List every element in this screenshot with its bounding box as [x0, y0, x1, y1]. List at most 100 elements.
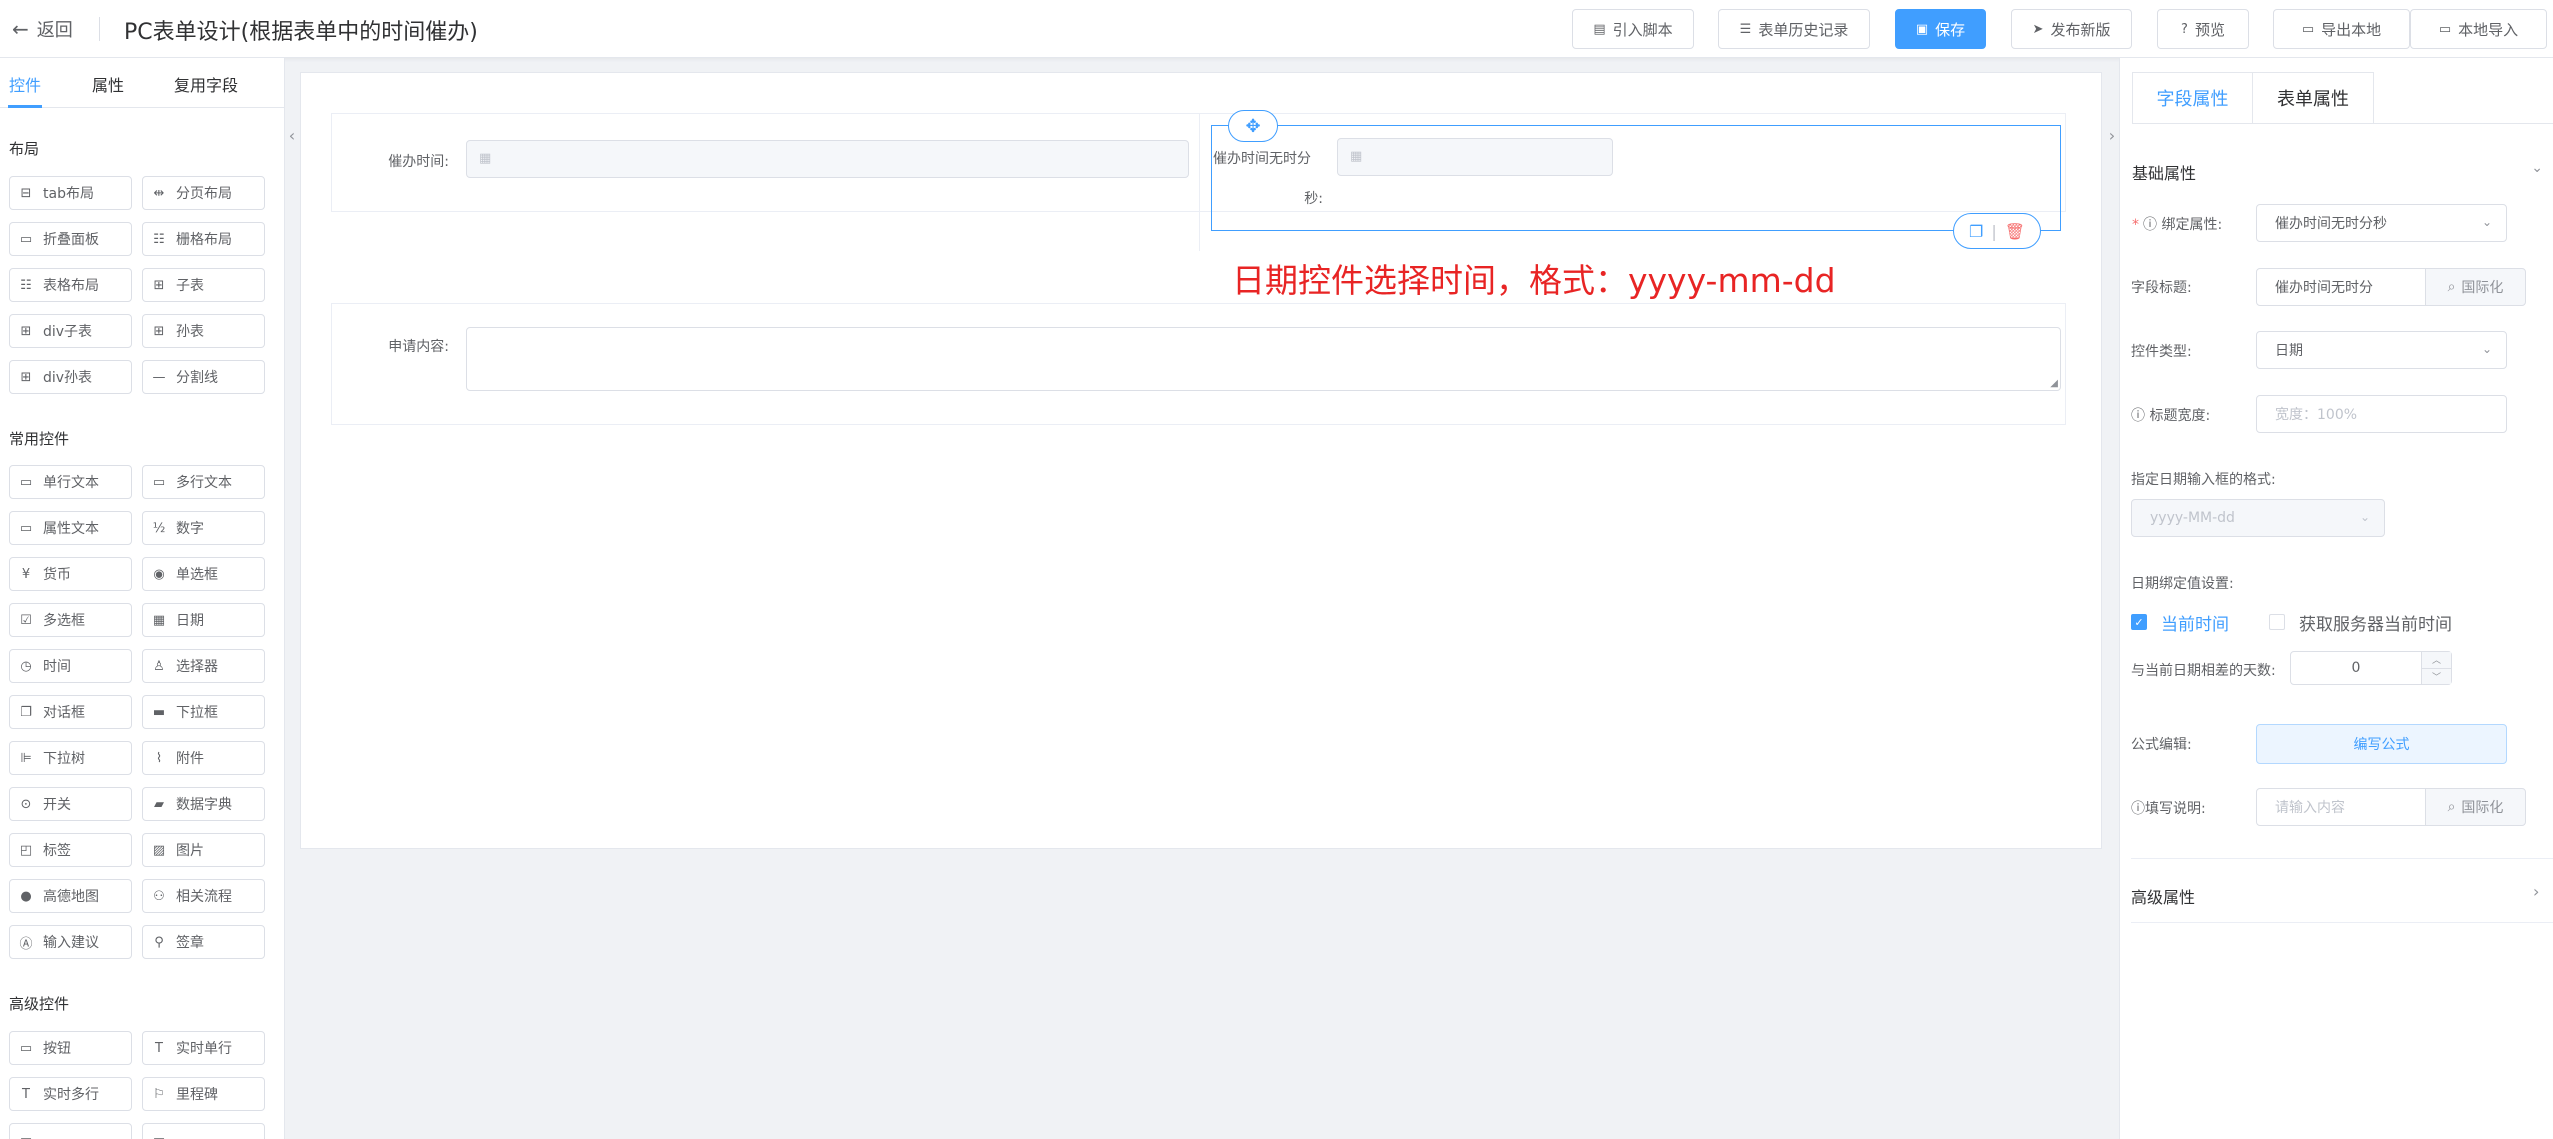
component-partial-2[interactable]: ▭ [142, 1123, 265, 1139]
component-button[interactable]: ▭ 按钮 [9, 1031, 132, 1065]
field-title-input[interactable]: 催办时间无时分 [2256, 268, 2426, 306]
help-circle-icon: ⓘ [2131, 408, 2150, 424]
current-time-label[interactable]: 当前时间 [2161, 610, 2229, 635]
component-page-layout[interactable]: ⇹ 分页布局 [142, 176, 265, 210]
trash-icon[interactable]: 🗑 [2005, 222, 2025, 241]
date-format-select[interactable]: yyyy-MM-dd ⌄ [2131, 499, 2385, 537]
chevron-down-icon[interactable]: ⌄ [2531, 160, 2543, 176]
tab-reused-fields[interactable]: 复用字段 [174, 72, 238, 96]
write-formula-button[interactable]: 编写公式 [2256, 724, 2507, 764]
table-icon: ⊞ [20, 369, 32, 385]
file-code-icon: ▤ [1593, 21, 1606, 37]
component-selector[interactable]: ♙ 选择器 [142, 649, 265, 683]
day-diff-stepper[interactable]: 0 ︿ ﹀ [2290, 651, 2452, 685]
component-switch[interactable]: ⊙ 开关 [9, 787, 132, 821]
component-image[interactable]: ▨ 图片 [142, 833, 265, 867]
urge-time-date-input[interactable]: ▦ [466, 140, 1189, 178]
fill-note-i18n-button[interactable]: ⌕ 国际化 [2425, 788, 2526, 826]
tab-controls[interactable]: 控件 [9, 72, 41, 96]
resize-handle-icon[interactable]: ◢ [2050, 378, 2058, 389]
chevron-up-icon[interactable]: ︿ [2422, 652, 2451, 669]
page-title: PC表单设计(根据表单中的时间催办) [124, 20, 478, 45]
component-collapse-panel[interactable]: ▭ 折叠面板 [9, 222, 132, 256]
toggle-icon: ⊙ [20, 796, 32, 812]
import-local-button[interactable]: ▭ 本地导入 [2410, 9, 2547, 49]
tabs-bottom-line [2132, 123, 2553, 124]
number-icon: ½ [152, 520, 166, 536]
component-dialog[interactable]: ❐ 对话框 [9, 695, 132, 729]
component-tab-layout[interactable]: ⊟ tab布局 [9, 176, 132, 210]
publish-button[interactable]: ➤ 发布新版 [2011, 9, 2132, 49]
basic-properties-title[interactable]: 基础属性 [2132, 160, 2196, 184]
component-milestone[interactable]: ⚐ 里程碑 [142, 1077, 265, 1111]
form-history-button[interactable]: ☰ 表单历史记录 [1718, 9, 1870, 49]
server-time-checkbox[interactable] [2269, 614, 2285, 630]
component-table-layout[interactable]: ☷ 表格布局 [9, 268, 132, 302]
component-attribute-text[interactable]: ▭ 属性文本 [9, 511, 132, 545]
export-local-button[interactable]: ▭ 导出本地 [2273, 9, 2410, 49]
folder-icon: ▭ [2301, 21, 2315, 37]
component-panel: 控件 属性 复用字段 布局 ⊟ tab布局 ⇹ 分页布局 ▭ 折叠面板 ☷ 栅格布局 ☷… [0, 58, 285, 1139]
component-radio[interactable]: ◉ 单选框 [142, 557, 265, 591]
urge-time-label: 催办时间: [388, 154, 449, 170]
apply-content-textarea[interactable]: ◢ [466, 327, 2061, 391]
back-button[interactable]: ← 返回 [12, 16, 73, 42]
component-grandchild-table[interactable]: ⊞ 孙表 [142, 314, 265, 348]
component-number[interactable]: ½ 数字 [142, 511, 265, 545]
fill-note-input[interactable]: 请输入内容 [2256, 788, 2426, 826]
stepper-buttons: ︿ ﹀ [2421, 652, 2451, 684]
component-time[interactable]: ◷ 时间 [9, 649, 132, 683]
component-signature[interactable]: ⚲ 签章 [142, 925, 265, 959]
component-single-line-text[interactable]: ▭ 单行文本 [9, 465, 132, 499]
component-realtime-single-line[interactable]: T 实时单行 [142, 1031, 265, 1065]
save-button[interactable]: ▣ 保存 [1895, 9, 1986, 49]
field-title-i18n-button[interactable]: ⌕ 国际化 [2425, 268, 2526, 306]
control-type-select[interactable]: 日期 ⌄ [2256, 331, 2507, 369]
chevron-right-icon[interactable]: › [2533, 882, 2539, 901]
tab-properties[interactable]: 属性 [92, 72, 124, 96]
collapse-left-panel-icon[interactable]: ‹ [285, 120, 299, 150]
textarea-icon: ▭ [152, 474, 166, 490]
component-dropdown[interactable]: ▬ 下拉框 [142, 695, 265, 729]
component-related-process[interactable]: ⚇ 相关流程 [142, 879, 265, 913]
component-checkbox[interactable]: ☑ 多选框 [9, 603, 132, 637]
move-handle-icon[interactable]: ✥ [1228, 110, 1278, 142]
bind-attr-select[interactable]: 催办时间无时分秒 ⌄ [2256, 204, 2507, 242]
component-currency[interactable]: ¥ 货币 [9, 557, 132, 591]
control-type-label: 控件类型: [2131, 344, 2192, 360]
import-script-button[interactable]: ▤ 引入脚本 [1572, 9, 1694, 49]
component-subtable[interactable]: ⊞ 子表 [142, 268, 265, 302]
flow-icon: ⚇ [153, 888, 165, 904]
component-input-suggestion[interactable]: Ⓐ 输入建议 [9, 925, 132, 959]
title-width-input[interactable]: 宽度：100% [2256, 395, 2507, 433]
component-div-grandchild-table[interactable]: ⊞ div孙表 [9, 360, 132, 394]
tab-icon: ⊟ [20, 185, 32, 201]
tab-form-properties[interactable]: 表单属性 [2253, 72, 2374, 124]
chevron-down-icon: ⌄ [2481, 215, 2492, 229]
collapse-right-panel-icon[interactable]: › [2105, 120, 2119, 150]
component-dropdown-tree[interactable]: ⊫ 下拉树 [9, 741, 132, 775]
checkbox-icon: ☑ [20, 612, 32, 628]
component-divider[interactable]: — 分割线 [142, 360, 265, 394]
component-label[interactable]: ◰ 标签 [9, 833, 132, 867]
current-time-checkbox[interactable]: ✓ [2131, 614, 2147, 630]
chevron-down-icon[interactable]: ﹀ [2422, 669, 2451, 685]
component-amap[interactable]: ● 高德地图 [9, 879, 132, 913]
field-action-pill: ❐ | 🗑 [1953, 213, 2041, 249]
advanced-properties-title[interactable]: 高级属性 [2131, 884, 2195, 908]
component-div-subtable[interactable]: ⊞ div子表 [9, 314, 132, 348]
server-time-label[interactable]: 获取服务器当前时间 [2299, 610, 2452, 635]
component-realtime-multi-line[interactable]: T 实时多行 [9, 1077, 132, 1111]
component-data-dictionary[interactable]: ▰ 数据字典 [142, 787, 265, 821]
preview-button[interactable]: ? 预览 [2157, 9, 2249, 49]
active-tab-indicator [8, 105, 42, 108]
copy-icon[interactable]: ❐ [1969, 222, 1983, 241]
component-grid-layout[interactable]: ☷ 栅格布局 [142, 222, 265, 256]
component-attachment[interactable]: ⌇ 附件 [142, 741, 265, 775]
component-date[interactable]: ▦ 日期 [142, 603, 265, 637]
tab-field-properties[interactable]: 字段属性 [2132, 72, 2253, 124]
component-multi-line-text[interactable]: ▭ 多行文本 [142, 465, 265, 499]
section-title-layout: 布局 [9, 140, 40, 158]
component-partial-1[interactable]: ▭ [9, 1123, 132, 1139]
formula-label: 公式编辑: [2131, 737, 2192, 753]
